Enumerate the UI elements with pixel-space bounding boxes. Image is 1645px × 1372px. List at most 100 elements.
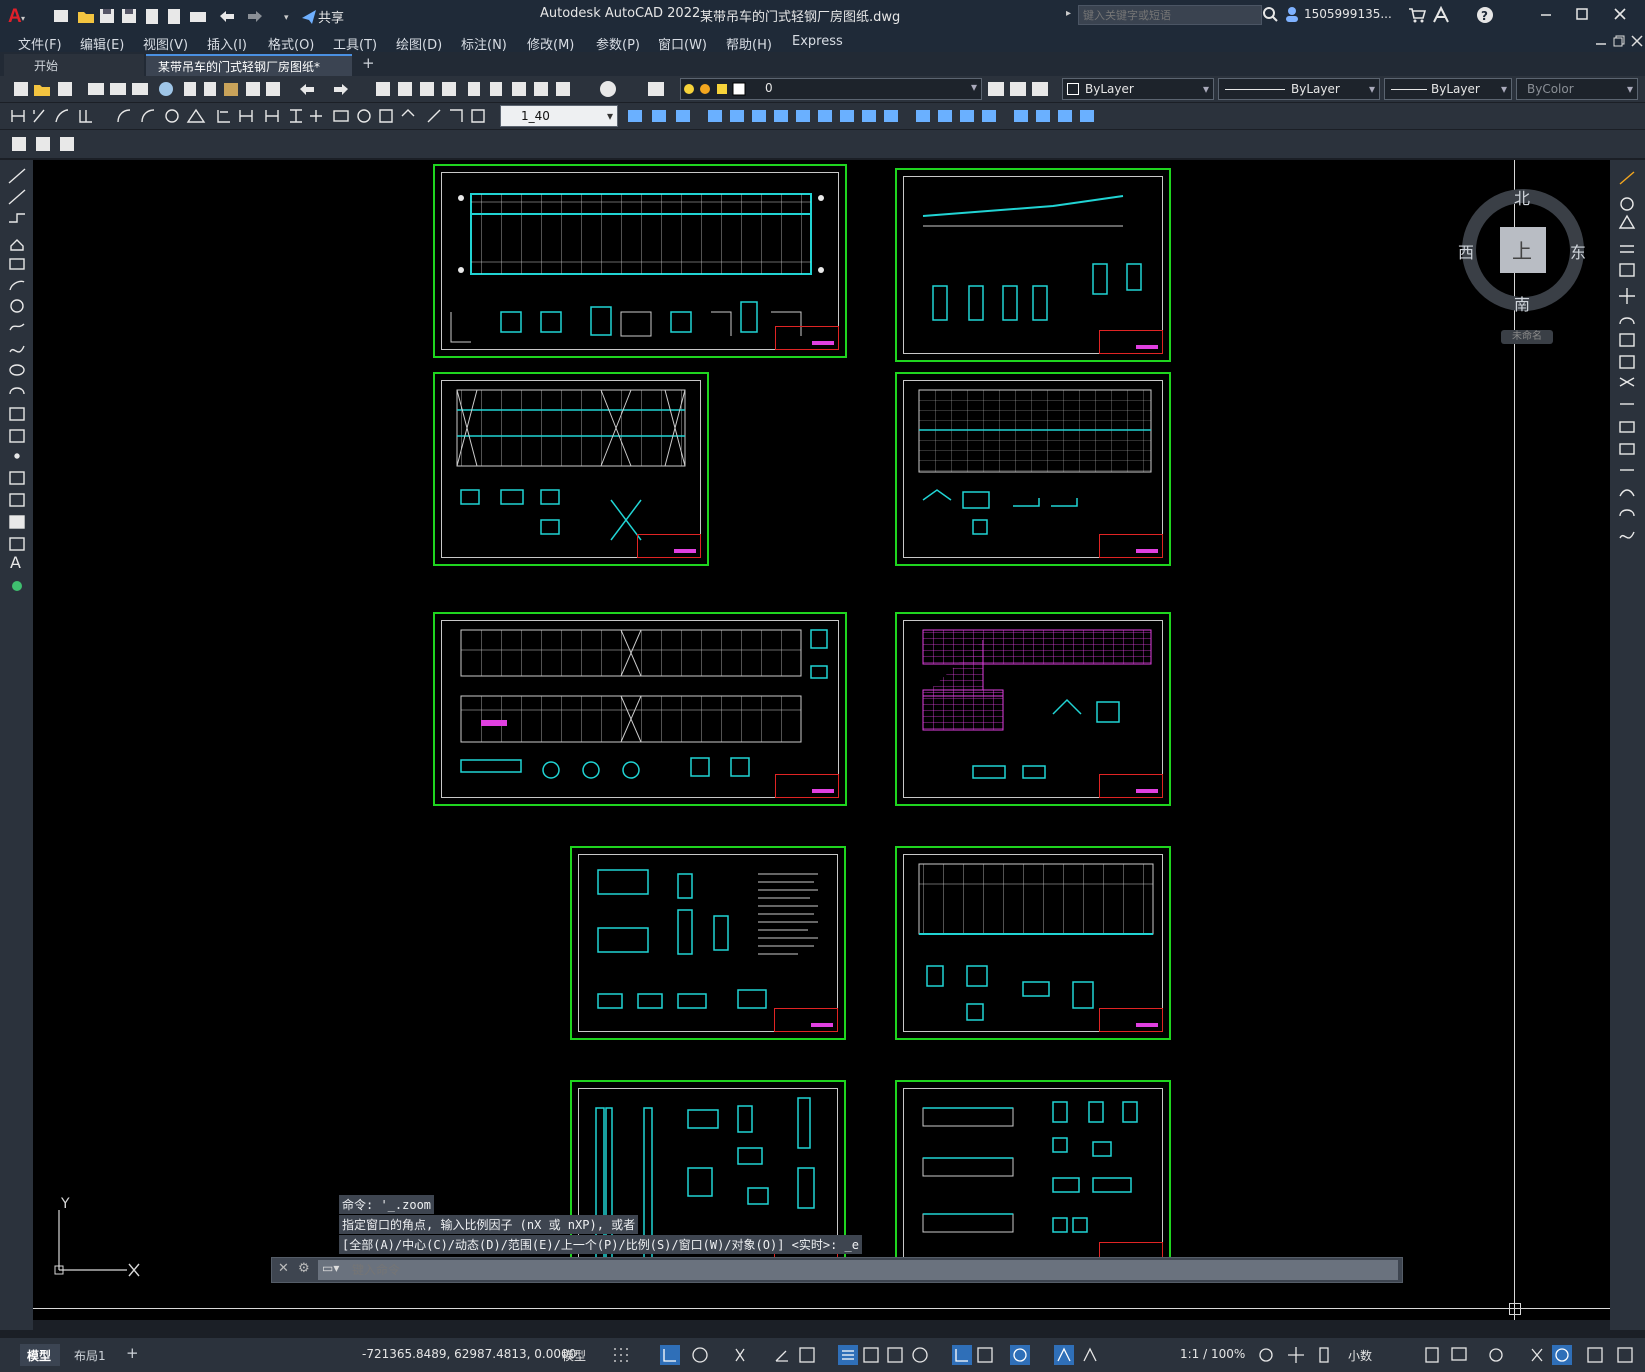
draw-toolbar-vertical: A bbox=[0, 160, 33, 1330]
extra-toolbar-icons[interactable] bbox=[8, 134, 88, 154]
linetype-sample bbox=[1225, 89, 1285, 90]
tab-model[interactable]: 模型 bbox=[20, 1344, 60, 1366]
model-space-toggle[interactable]: 模型 bbox=[562, 1347, 586, 1364]
doc-restore-icon[interactable] bbox=[1612, 34, 1626, 48]
workspace-icons[interactable] bbox=[1256, 1345, 1336, 1365]
menu-edit[interactable]: 编辑(E) bbox=[80, 34, 124, 53]
search-input[interactable] bbox=[1078, 5, 1262, 25]
svg-text:A: A bbox=[8, 6, 22, 26]
doc-minimize-icon[interactable] bbox=[1594, 34, 1608, 48]
layer-name: 0 bbox=[765, 81, 773, 95]
app-store-icon[interactable] bbox=[1432, 5, 1454, 24]
tab-drawing[interactable]: 某带吊车的门式轻钢厂房图纸* bbox=[146, 54, 352, 78]
sheet-1-plan bbox=[450, 193, 824, 343]
plotstyle-dropdown[interactable]: ByColor ▾ bbox=[1516, 78, 1638, 100]
svg-text:?: ? bbox=[1481, 9, 1488, 23]
layer-tools-icons[interactable] bbox=[986, 79, 1056, 99]
command-input[interactable] bbox=[352, 1260, 1352, 1280]
cart-icon[interactable] bbox=[1408, 6, 1427, 24]
drawing-sheet-8[interactable] bbox=[895, 846, 1171, 1040]
coordinates-readout[interactable]: -721365.8489, 62987.4813, 0.0000 bbox=[362, 1347, 576, 1361]
draw-tools-icons[interactable]: A bbox=[6, 166, 28, 616]
layer-dropdown[interactable]: 0 ▾ bbox=[680, 78, 982, 100]
help-icon[interactable]: ? bbox=[1476, 6, 1494, 24]
status-tray-icons[interactable] bbox=[1422, 1345, 1642, 1365]
menu-format[interactable]: 格式(O) bbox=[268, 34, 314, 53]
sheet-4-roof bbox=[918, 389, 1152, 535]
standard-toolbar-icons[interactable] bbox=[8, 79, 688, 99]
sheet-6-crane-beam bbox=[922, 629, 1152, 779]
drawing-sheet-6[interactable] bbox=[895, 612, 1171, 806]
new-layout-button[interactable]: + bbox=[126, 1344, 139, 1362]
doc-close-icon[interactable] bbox=[1630, 34, 1644, 48]
customize-icon[interactable]: ⚙ bbox=[298, 1261, 310, 1276]
menu-bar: 文件(F) 编辑(E) 视图(V) 插入(I) 格式(O) 工具(T) 绘图(D… bbox=[0, 30, 1645, 53]
drawing-sheet-3[interactable] bbox=[433, 372, 709, 566]
menu-draw[interactable]: 绘图(D) bbox=[396, 34, 442, 53]
close-icon[interactable] bbox=[1612, 6, 1628, 22]
wcs-menu[interactable]: 未命名 bbox=[1501, 330, 1553, 344]
dimension-toolbar: 1_40 ▾ bbox=[0, 103, 1645, 130]
command-prompt-icon[interactable]: ▭▾ bbox=[322, 1261, 339, 1275]
menu-file[interactable]: 文件(F) bbox=[18, 34, 62, 53]
maximize-icon[interactable] bbox=[1574, 6, 1590, 22]
menu-window[interactable]: 窗口(W) bbox=[658, 34, 707, 53]
dimstyle-dropdown[interactable]: 1_40 ▾ bbox=[500, 105, 618, 127]
layer-state-icon[interactable] bbox=[646, 79, 666, 99]
menu-help[interactable]: 帮助(H) bbox=[726, 34, 772, 53]
ucs-y-label: Y bbox=[61, 1196, 70, 1212]
viewcube-top[interactable]: 上 bbox=[1512, 235, 1532, 264]
new-tab-button[interactable]: + bbox=[362, 54, 375, 72]
color-swatch bbox=[1067, 83, 1079, 95]
menu-tools[interactable]: 工具(T) bbox=[333, 34, 377, 53]
dimension-toolbar-icons[interactable] bbox=[8, 106, 498, 126]
minimize-icon[interactable] bbox=[1538, 6, 1554, 22]
quick-access-toolbar: ▾ bbox=[52, 6, 352, 26]
title-block bbox=[775, 326, 839, 350]
title-block bbox=[1099, 534, 1163, 558]
drawing-sheet-4[interactable] bbox=[895, 372, 1171, 566]
drawing-sheet-1[interactable] bbox=[433, 164, 847, 358]
close-icon[interactable]: ✕ bbox=[278, 1261, 289, 1276]
title-block bbox=[774, 1008, 838, 1032]
menu-insert[interactable]: 插入(I) bbox=[207, 34, 247, 53]
modify-toolbar-icons[interactable] bbox=[624, 106, 1144, 126]
compass-east[interactable]: 东 bbox=[1570, 239, 1586, 263]
sheet-8-wall bbox=[918, 863, 1154, 1021]
units-display[interactable]: 小数 bbox=[1348, 1347, 1372, 1364]
tab-start[interactable]: 开始 bbox=[4, 54, 144, 76]
compass-north[interactable]: 北 bbox=[1514, 185, 1530, 209]
annotation-scale[interactable]: 1:1 / 100% bbox=[1180, 1347, 1245, 1361]
user-icon[interactable] bbox=[1284, 6, 1300, 22]
user-name[interactable]: 1505999135... bbox=[1304, 7, 1392, 21]
tab-layout1[interactable]: 布局1 bbox=[74, 1347, 106, 1364]
search-icon[interactable] bbox=[1262, 6, 1278, 22]
autocad-logo-icon[interactable]: A ▾ bbox=[6, 4, 28, 27]
viewcube[interactable]: 北 南 东 西 上 bbox=[1458, 185, 1588, 315]
menu-express[interactable]: Express bbox=[792, 34, 843, 49]
menu-parametric[interactable]: 参数(P) bbox=[596, 34, 640, 53]
sheet-7-notes bbox=[597, 869, 818, 1009]
drawing-sheet-7[interactable] bbox=[570, 846, 846, 1040]
search-expand-icon[interactable]: ▸ bbox=[1066, 8, 1071, 19]
extra-toolbar bbox=[0, 130, 1645, 159]
share-label[interactable]: 共享 bbox=[318, 7, 344, 26]
modify-tools-icons[interactable] bbox=[1616, 168, 1640, 558]
command-history-3: [全部(A)/中心(C)/动态(D)/范围(E)/上一个(P)/比例(S)/窗口… bbox=[339, 1235, 862, 1254]
menu-view[interactable]: 视图(V) bbox=[143, 34, 188, 53]
drafting-aids-icons[interactable] bbox=[610, 1345, 1170, 1365]
compass-south[interactable]: 南 bbox=[1514, 291, 1530, 315]
color-dropdown[interactable]: ByLayer ▾ bbox=[1062, 78, 1214, 100]
drawing-sheet-10[interactable] bbox=[895, 1080, 1171, 1274]
drawing-canvas[interactable]: 北 南 东 西 上 未命名 Y 命令: '_.zoom 指定窗口的角点, 输入比… bbox=[33, 160, 1610, 1320]
drawing-sheet-2[interactable] bbox=[895, 168, 1171, 362]
compass-west[interactable]: 西 bbox=[1458, 239, 1474, 263]
chevron-down-icon: ▾ bbox=[970, 80, 977, 94]
linetype-dropdown[interactable]: ByLayer ▾ bbox=[1218, 78, 1380, 100]
lineweight-dropdown[interactable]: ByLayer ▾ bbox=[1384, 78, 1512, 100]
menu-modify[interactable]: 修改(M) bbox=[527, 34, 574, 53]
menu-dimension[interactable]: 标注(N) bbox=[461, 34, 507, 53]
drawing-sheet-5[interactable] bbox=[433, 612, 847, 806]
sheet-3-bracing bbox=[456, 389, 686, 541]
command-input-box[interactable]: ▭▾ bbox=[318, 1260, 1398, 1280]
